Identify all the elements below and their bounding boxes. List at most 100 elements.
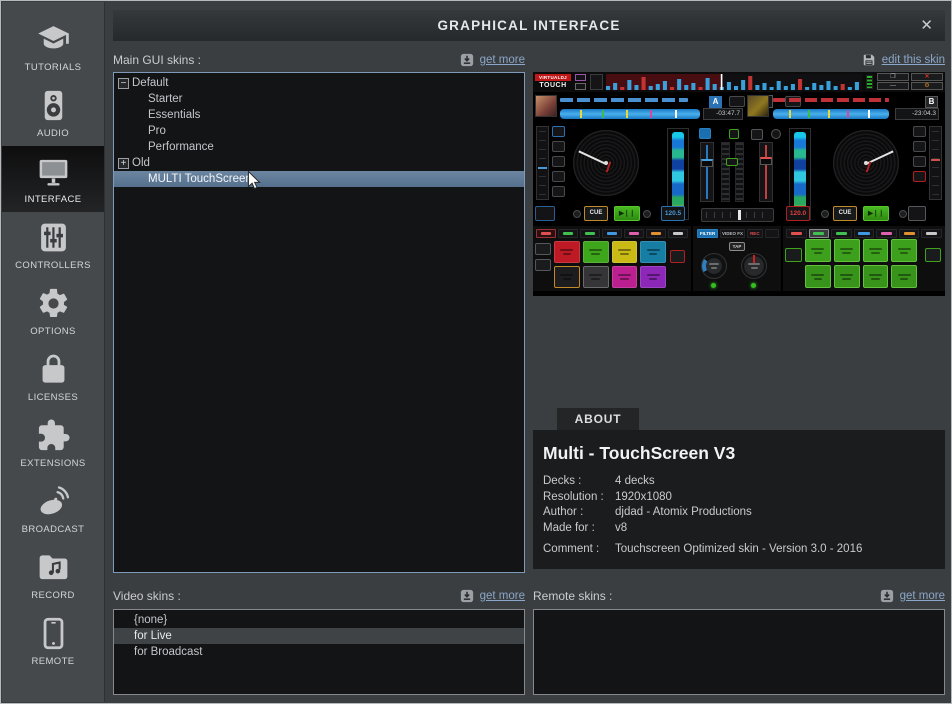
sidebar: TUTORIALS AUDIO INTERFACE CONTROLLERS OPTION… <box>2 2 105 702</box>
pad-tab <box>921 229 942 238</box>
filter-knob-b <box>741 253 767 279</box>
edit-this-skin-link[interactable]: edit this skin <box>882 54 945 66</box>
tree-item-starter[interactable]: Starter <box>114 91 524 107</box>
sidebar-item-record[interactable]: RECORD <box>2 542 104 608</box>
deck-a-waveform <box>560 109 700 119</box>
pad-tab <box>668 229 688 238</box>
video-skin-for-broadcast[interactable]: for Broadcast <box>114 644 524 660</box>
video-skins-get-more[interactable]: get more <box>460 589 525 603</box>
deck-a-turntable <box>573 130 639 196</box>
sidebar-item-controllers[interactable]: CONTROLLERS <box>2 212 104 278</box>
edit-skin-row: edit this skin <box>533 51 945 69</box>
preview-close-icon: ✕ <box>911 73 943 81</box>
sidebar-item-label: CONTROLLERS <box>15 260 91 271</box>
antenna-icon <box>36 483 71 519</box>
main-skins-label: Main GUI skins : <box>113 53 201 67</box>
tree-item-label: Performance <box>148 139 214 155</box>
sidebar-item-broadcast[interactable]: BROADCAST <box>2 476 104 542</box>
deck-b-pitch-slider <box>929 126 942 200</box>
sidebar-item-remote[interactable]: REMOTE <box>2 608 104 674</box>
about-panel: Multi - TouchScreen V3 Decks :4 decksRes… <box>533 430 945 569</box>
pad-tab <box>646 229 666 238</box>
remote-skins-header-row: Remote skins : get more <box>533 587 945 605</box>
pad-tab <box>854 229 875 238</box>
mixer-volume-fader-a <box>700 142 714 202</box>
mixer-fx-tabs: FILTERVIDEO FXREC <box>697 229 779 238</box>
sidebar-item-options[interactable]: OPTIONS <box>2 278 104 344</box>
mixer-volume-fader-b <box>759 142 773 202</box>
sidebar-item-interface[interactable]: INTERFACE <box>2 146 104 212</box>
about-field-label: Decks : <box>543 474 615 490</box>
tab-about[interactable]: ABOUT <box>557 408 639 430</box>
deck-b-album-art <box>747 95 769 117</box>
about-field: Decks :4 decks <box>543 474 945 490</box>
tree-item-label: Default <box>132 75 168 91</box>
performance-pad <box>834 265 860 288</box>
performance-pad <box>554 241 580 263</box>
deck-b-pads <box>805 239 917 288</box>
tree-item-default[interactable]: −Default <box>114 75 524 91</box>
performance-pad <box>640 241 666 263</box>
performance-pad <box>891 239 917 262</box>
deck-a-title-text <box>560 98 688 102</box>
deck-b-play-button: ▶❘❘ <box>863 206 889 221</box>
deck-a-pad-tabs <box>536 229 688 238</box>
main-skins-get-more[interactable]: get more <box>460 53 525 67</box>
deck-b-pad-tabs <box>786 229 942 238</box>
tree-item-pro[interactable]: Pro <box>114 123 524 139</box>
video-skins-get-more-link[interactable]: get more <box>480 590 525 602</box>
sidebar-item-label: BROADCAST <box>22 524 85 535</box>
collapse-expander-icon[interactable]: − <box>118 78 129 89</box>
about-field: Comment :Touchscreen Optimized skin - Ve… <box>543 542 945 558</box>
video-skin-none[interactable]: {none} <box>114 612 524 628</box>
dialog-title: GRAPHICAL INTERFACE <box>113 10 945 41</box>
tree-item-essentials[interactable]: Essentials <box>114 107 524 123</box>
video-skins-label: Video skins : <box>113 589 181 603</box>
pad-tab <box>786 229 807 238</box>
pad-tab <box>876 229 897 238</box>
performance-pad <box>554 266 580 288</box>
preview-topbar: VIRTUALDJ TOUCH ❐ ✕ — ⚙ <box>533 72 945 92</box>
video-skins-list[interactable]: {none}for Livefor Broadcast <box>113 609 525 695</box>
remote-skins-get-more[interactable]: get more <box>880 589 945 603</box>
main-gui-skins-list[interactable]: −DefaultStarterEssentialsProPerformance+… <box>113 72 525 573</box>
gear-icon <box>36 285 71 321</box>
pad-tab <box>602 229 622 238</box>
performance-pad <box>805 265 831 288</box>
sidebar-item-licenses[interactable]: LICENSES <box>2 344 104 410</box>
sidebar-item-extensions[interactable]: EXTENSIONS <box>2 410 104 476</box>
main-skins-get-more-link[interactable]: get more <box>480 54 525 66</box>
close-icon[interactable]: ✕ <box>920 10 933 41</box>
tree-item-old[interactable]: +Old <box>114 155 524 171</box>
skin-details: Decks :4 decksResolution :1920x1080Autho… <box>543 474 945 558</box>
deck-a-cue-button: CUE <box>584 206 608 221</box>
remote-skins-list[interactable] <box>533 609 945 695</box>
sidebar-item-label: INTERFACE <box>25 194 82 205</box>
pad-tab <box>580 229 600 238</box>
pad-tab: VIDEO FX <box>720 229 745 238</box>
filter-knob-a <box>701 253 727 279</box>
performance-pad <box>640 266 666 288</box>
sidebar-item-tutorials[interactable]: TUTORIALS <box>2 14 104 80</box>
expand-expander-icon[interactable]: + <box>118 158 129 169</box>
video-skin-for-live[interactable]: for Live <box>114 628 524 644</box>
remote-skins-get-more-link[interactable]: get more <box>900 590 945 602</box>
pad-tab <box>899 229 920 238</box>
graduation-cap-icon <box>36 21 71 57</box>
pad-tab <box>624 229 644 238</box>
folder-music-icon <box>36 549 71 585</box>
tree-item-multi-touchscreen[interactable]: MULTI TouchScreen <box>114 171 524 187</box>
tree-item-performance[interactable]: Performance <box>114 139 524 155</box>
download-icon <box>460 53 474 67</box>
deck-b-letter: B <box>925 96 938 108</box>
tree-item-label: Starter <box>148 91 183 107</box>
sidebar-item-label: TUTORIALS <box>25 62 82 73</box>
preview-level-meter <box>866 75 873 89</box>
sidebar-item-label: LICENSES <box>28 392 78 403</box>
deck-b-cue-button: CUE <box>833 206 857 221</box>
sidebar-item-audio[interactable]: AUDIO <box>2 80 104 146</box>
preview-restore-icon: ❐ <box>877 73 909 81</box>
deck-b-turntable <box>833 130 899 196</box>
puzzle-icon <box>36 417 71 453</box>
about-field-value: 4 decks <box>615 474 655 490</box>
